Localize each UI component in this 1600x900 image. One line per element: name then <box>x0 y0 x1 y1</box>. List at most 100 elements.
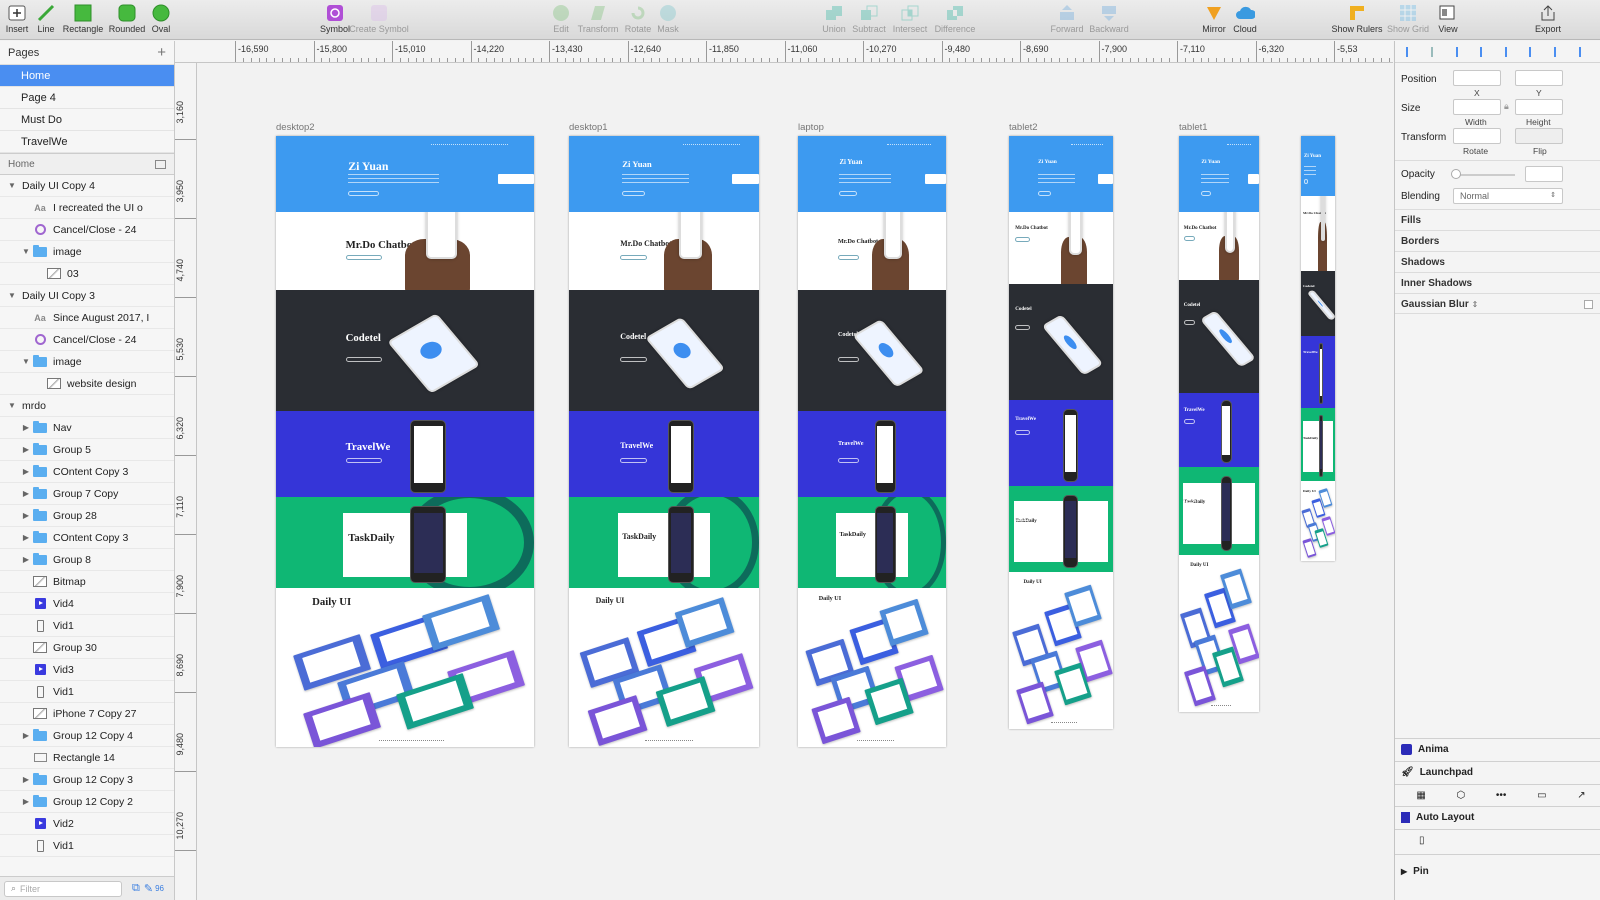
pin-section[interactable]: ▶ Pin <box>1395 854 1600 888</box>
horizontal-ruler[interactable]: -16,590 -15,800 -15,010 -14,220 -13,430 -12,6… <box>175 41 1393 63</box>
layer-row[interactable]: Aa I recreated the UI o <box>0 197 174 219</box>
artboard-label[interactable]: desktop1 <box>569 122 608 133</box>
auto-layout-plugin[interactable]: Auto Layout <box>1395 806 1600 828</box>
more-icon[interactable]: ••• <box>1496 790 1507 801</box>
cube-icon[interactable]: ⬡ <box>1456 790 1465 801</box>
align-left-icon[interactable] <box>1406 46 1416 57</box>
artboard-label[interactable]: tablet2 <box>1009 122 1038 133</box>
layer-row[interactable]: iPhone 7 Copy 27 <box>0 703 174 725</box>
y-field[interactable] <box>1515 70 1563 86</box>
layer-row[interactable]: Aa Since August 2017, I <box>0 307 174 329</box>
artboard[interactable]: Zi Yuan Mr.Do Chatbot Codetel TravelWe TaskD… <box>1009 136 1113 729</box>
layer-row[interactable]: Bitmap <box>0 571 174 593</box>
layer-row[interactable]: ▼ Daily UI Copy 3 <box>0 285 174 307</box>
collapse-icon[interactable] <box>155 159 166 169</box>
layer-row[interactable]: ▼ image <box>0 351 174 373</box>
layer-row[interactable]: ▶ Group 12 Copy 3 <box>0 769 174 791</box>
height-field[interactable] <box>1515 99 1563 115</box>
layer-type-icon[interactable]: ⧉ <box>132 882 140 895</box>
page-item[interactable]: Page 4 <box>0 87 174 109</box>
mask-button[interactable]: Mask <box>638 4 698 34</box>
oval-button[interactable]: Oval <box>131 4 191 34</box>
lock-icon[interactable]: 🔒︎ <box>1504 101 1509 112</box>
borders-section[interactable]: Borders <box>1395 230 1600 251</box>
gaussian-blur-section[interactable]: Gaussian Blur ⇕ <box>1395 293 1600 314</box>
align-center-icon[interactable] <box>1430 46 1441 57</box>
layer-row[interactable]: Vid3 <box>0 659 174 681</box>
fills-section[interactable]: Fills <box>1395 209 1600 230</box>
disclosure-closed-icon[interactable]: ▶ <box>20 467 32 476</box>
layer-row[interactable]: ▶ COntent Copy 3 <box>0 461 174 483</box>
opacity-slider-knob[interactable] <box>1451 169 1461 179</box>
disclosure-closed-icon[interactable]: ▶ <box>20 555 32 564</box>
disclosure-closed-icon[interactable]: ▶ <box>20 423 32 432</box>
align-middle-icon[interactable] <box>1504 46 1515 57</box>
layer-row[interactable]: ▶ COntent Copy 3 <box>0 527 174 549</box>
layer-row[interactable]: website design <box>0 373 174 395</box>
opacity-slider[interactable] <box>1453 174 1515 176</box>
edited-icon[interactable]: ✎ <box>144 882 153 895</box>
canvas[interactable]: desktop2 Zi Yuan Mr.Do Chatbot Codetel Trave… <box>198 64 1393 900</box>
blending-select[interactable]: Normal ⇕ <box>1453 188 1563 204</box>
vertical-ruler[interactable]: 3,160 3,950 4,740 5,530 6,320 7,110 7,900 8,690… <box>175 63 197 900</box>
page-item[interactable]: TravelWe <box>0 131 174 153</box>
create-symbol-button[interactable]: Create Symbol <box>349 4 409 34</box>
shadows-section[interactable]: Shadows <box>1395 251 1600 272</box>
launchpad-plugin[interactable]: 🚀︎ Launchpad <box>1395 761 1600 783</box>
align-right-icon[interactable] <box>1455 46 1466 57</box>
launch-icon[interactable]: ↗ <box>1577 790 1585 801</box>
layer-row[interactable]: Cancel/Close - 24 <box>0 329 174 351</box>
layer-row[interactable]: Group 30 <box>0 637 174 659</box>
width-field[interactable] <box>1453 99 1501 115</box>
inner-shadows-section[interactable]: Inner Shadows <box>1395 272 1600 293</box>
disclosure-open-icon[interactable]: ▼ <box>20 357 32 366</box>
distribute-h-icon[interactable] <box>1554 46 1564 57</box>
layer-row[interactable]: Vid1 <box>0 615 174 637</box>
disclosure-closed-icon[interactable]: ▶ <box>20 797 32 806</box>
tool-icon[interactable]: ▦ <box>1416 790 1425 801</box>
artboard-label[interactable]: desktop2 <box>276 122 315 133</box>
layer-row[interactable]: ▶ Group 7 Copy <box>0 483 174 505</box>
artboard-label[interactable]: tablet1 <box>1179 122 1208 133</box>
flip-buttons[interactable] <box>1515 128 1563 144</box>
page-item[interactable]: Home <box>0 65 174 87</box>
page-item[interactable]: Must Do <box>0 109 174 131</box>
layer-row[interactable]: ▶ Nav <box>0 417 174 439</box>
disclosure-closed-icon[interactable]: ▶ <box>20 731 32 740</box>
artboard[interactable]: Zi Yuan Mr.Do Chatbot Codetel TravelWe TaskD… <box>1301 136 1335 561</box>
align-top-icon[interactable] <box>1480 46 1490 57</box>
layer-row[interactable]: ▶ Group 8 <box>0 549 174 571</box>
distribute-v-icon[interactable] <box>1578 46 1589 57</box>
layer-row[interactable]: ▶ Group 28 <box>0 505 174 527</box>
x-field[interactable] <box>1453 70 1501 86</box>
window-icon[interactable]: ▭ <box>1537 790 1546 801</box>
disclosure-closed-icon[interactable]: ▶ <box>20 533 32 542</box>
backward-button[interactable]: Backward <box>1079 4 1139 34</box>
disclosure-closed-icon[interactable]: ▶ <box>20 775 32 784</box>
rotate-field[interactable] <box>1453 128 1501 144</box>
artboard[interactable]: Zi Yuan Mr.Do Chatbot Codetel TravelWe TaskD… <box>798 136 946 747</box>
disclosure-open-icon[interactable]: ▼ <box>6 401 18 410</box>
layer-row[interactable]: ▼ image <box>0 241 174 263</box>
layer-row[interactable]: ▼ mrdo <box>0 395 174 417</box>
align-bottom-icon[interactable] <box>1529 46 1539 57</box>
layer-row[interactable]: Vid2 <box>0 813 174 835</box>
blur-checkbox[interactable] <box>1584 300 1593 309</box>
disclosure-closed-icon[interactable]: ▶ <box>20 511 32 520</box>
view-button[interactable]: View <box>1418 4 1478 34</box>
anima-plugin[interactable]: Anima <box>1395 738 1600 760</box>
artboard-label[interactable]: laptop <box>798 122 824 133</box>
layer-row[interactable]: ▶ Group 12 Copy 4 <box>0 725 174 747</box>
layer-row[interactable]: Rectangle 14 <box>0 747 174 769</box>
frame-icon[interactable]: ▯ <box>1419 835 1425 846</box>
opacity-field[interactable] <box>1525 166 1563 182</box>
filter-input[interactable]: ⌕ Filter <box>4 880 122 897</box>
layer-row[interactable]: Vid1 <box>0 681 174 703</box>
disclosure-open-icon[interactable]: ▼ <box>6 291 18 300</box>
layer-row[interactable]: Vid1 <box>0 835 174 857</box>
disclosure-open-icon[interactable]: ▼ <box>6 181 18 190</box>
cloud-button[interactable]: Cloud <box>1215 4 1275 34</box>
layer-row[interactable]: 03 <box>0 263 174 285</box>
artboard[interactable]: Zi Yuan Mr.Do Chatbot Codetel TravelWe TaskD… <box>276 136 534 747</box>
disclosure-open-icon[interactable]: ▼ <box>20 247 32 256</box>
